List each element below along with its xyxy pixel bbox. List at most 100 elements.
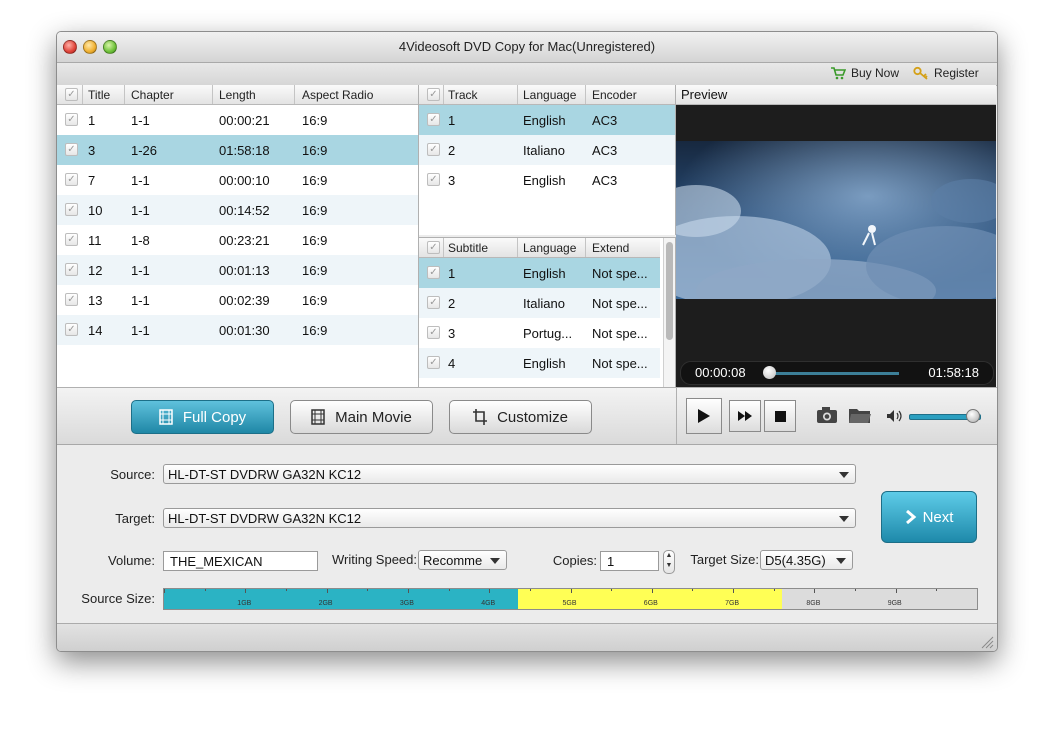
table-row[interactable]: ✓ 2 Italiano AC3 — [419, 135, 675, 165]
copies-stepper[interactable]: ▲ ▼ — [663, 550, 675, 574]
row-checkbox[interactable]: ✓ — [427, 143, 440, 156]
folder-icon[interactable] — [848, 406, 872, 424]
header-audio-language[interactable]: Language — [523, 88, 576, 102]
target-label: Target: — [115, 511, 155, 526]
row-checkbox[interactable]: ✓ — [427, 326, 440, 339]
cell-title: 1 — [88, 113, 96, 128]
size-tick-mark — [204, 589, 206, 591]
table-row[interactable]: ✓ 10 1-1 00:14:52 16:9 — [57, 195, 418, 225]
row-checkbox[interactable]: ✓ — [65, 233, 78, 246]
row-checkbox[interactable]: ✓ — [427, 296, 440, 309]
camera-icon[interactable] — [816, 406, 838, 424]
target-size-label: Target Size: — [690, 552, 759, 567]
header-title[interactable]: Title — [88, 88, 110, 102]
table-row[interactable]: ✓ 13 1-1 00:02:39 16:9 — [57, 285, 418, 315]
customize-button[interactable]: Customize — [449, 400, 592, 434]
stop-button[interactable] — [764, 400, 796, 432]
row-checkbox[interactable]: ✓ — [427, 266, 440, 279]
copies-input[interactable]: 1 — [600, 551, 659, 571]
row-checkbox[interactable]: ✓ — [65, 143, 78, 156]
header-aspect[interactable]: Aspect Radio — [302, 88, 373, 102]
film-icon — [159, 409, 173, 425]
size-tick-mark — [164, 589, 165, 593]
cell-language: English — [523, 113, 566, 128]
size-tick-mark — [936, 589, 938, 591]
window-title: 4Videosoft DVD Copy for Mac(Unregistered… — [398, 39, 656, 54]
full-copy-button[interactable]: Full Copy — [131, 400, 274, 434]
row-checkbox[interactable]: ✓ — [427, 173, 440, 186]
cell-aspect: 16:9 — [302, 323, 328, 338]
fast-forward-button[interactable] — [729, 400, 761, 432]
row-checkbox[interactable]: ✓ — [427, 113, 440, 126]
source-size-bar: 1GB 2GB 3GB 4GB 5GB 6GB 7GB 8GB 9GB — [163, 588, 978, 610]
table-row[interactable]: ✓ 4 English Not spe... — [419, 348, 660, 378]
row-checkbox[interactable]: ✓ — [65, 323, 78, 336]
cell-title: 12 — [88, 263, 103, 278]
buy-now-link[interactable]: Buy Now — [830, 66, 899, 80]
table-row[interactable]: ✓ 2 Italiano Not spe... — [419, 288, 660, 318]
table-row[interactable]: ✓ 1 English Not spe... — [419, 258, 660, 288]
writing-speed-select[interactable]: Recomme — [418, 550, 507, 570]
total-time: 01:58:18 — [928, 365, 979, 380]
play-button[interactable] — [686, 398, 722, 434]
table-row[interactable]: ✓ 3 Portug... Not spe... — [419, 318, 660, 348]
size-tick-label: 4GB — [481, 600, 496, 607]
table-row[interactable]: ✓ 3 English AC3 — [419, 165, 675, 195]
source-value: HL-DT-ST DVDRW GA32N KC12 — [168, 467, 362, 482]
play-icon — [698, 409, 710, 423]
subtitle-scrollbar[interactable] — [663, 238, 675, 388]
table-row[interactable]: ✓ 1 English AC3 — [419, 105, 675, 135]
table-row[interactable]: ✓ 11 1-8 00:23:21 16:9 — [57, 225, 418, 255]
cell-language: Portug... — [523, 326, 573, 341]
header-chapter[interactable]: Chapter — [131, 88, 174, 102]
subtitle-scrollbar-thumb[interactable] — [666, 242, 673, 340]
header-encoder[interactable]: Encoder — [592, 88, 637, 102]
next-button[interactable]: Next — [881, 491, 977, 543]
table-row[interactable]: ✓ 3 1-26 01:58:18 16:9 — [57, 135, 418, 165]
size-tick-label: 3GB — [399, 600, 414, 607]
header-length[interactable]: Length — [219, 88, 256, 102]
row-checkbox[interactable]: ✓ — [65, 263, 78, 276]
register-link[interactable]: Register — [913, 66, 979, 80]
row-checkbox[interactable]: ✓ — [65, 173, 78, 186]
subtitle-table: ✓ Subtitle Language Extend ✓ 1 English Not … — [419, 237, 676, 388]
header-extend[interactable]: Extend — [592, 241, 629, 255]
table-row[interactable]: ✓ 14 1-1 00:01:30 16:9 — [57, 315, 418, 345]
cell-chapter: 1-1 — [131, 173, 150, 188]
cell-length: 00:14:52 — [219, 203, 270, 218]
select-all-audio-checkbox[interactable]: ✓ — [427, 88, 440, 101]
cell-subtitle: 4 — [448, 356, 456, 371]
table-row[interactable]: ✓ 12 1-1 00:01:13 16:9 — [57, 255, 418, 285]
preview-label: Preview — [681, 87, 728, 102]
select-all-titles-checkbox[interactable]: ✓ — [65, 88, 78, 101]
volume-handle[interactable] — [966, 409, 980, 423]
target-select[interactable]: HL-DT-ST DVDRW GA32N KC12 — [163, 508, 856, 528]
row-checkbox[interactable]: ✓ — [65, 293, 78, 306]
cell-title: 13 — [88, 293, 103, 308]
row-checkbox[interactable]: ✓ — [65, 203, 78, 216]
volume-input[interactable]: THE_MEXICAN — [163, 551, 318, 571]
select-all-subtitles-checkbox[interactable]: ✓ — [427, 241, 440, 254]
seek-track[interactable] — [769, 372, 899, 375]
row-checkbox[interactable]: ✓ — [65, 113, 78, 126]
cell-title: 3 — [88, 143, 96, 158]
header-subtitle[interactable]: Subtitle — [448, 241, 488, 255]
size-tick-mark — [855, 589, 857, 591]
table-row[interactable]: ✓ 1 1-1 00:00:21 16:9 — [57, 105, 418, 135]
target-size-select[interactable]: D5(4.35G) — [760, 550, 853, 570]
table-row[interactable]: ✓ 7 1-1 00:00:10 16:9 — [57, 165, 418, 195]
source-select[interactable]: HL-DT-ST DVDRW GA32N KC12 — [163, 464, 856, 484]
cell-aspect: 16:9 — [302, 263, 328, 278]
header-subtitle-language[interactable]: Language — [523, 241, 576, 255]
mode-button-bar: Full Copy Main Movie Customize — [57, 387, 676, 444]
cell-aspect: 16:9 — [302, 293, 328, 308]
cell-length: 01:58:18 — [219, 143, 270, 158]
fast-forward-icon — [738, 411, 752, 421]
size-tick-mark — [814, 589, 816, 593]
row-checkbox[interactable]: ✓ — [427, 356, 440, 369]
resize-grip-icon[interactable] — [980, 635, 994, 649]
size-tick-mark — [895, 589, 897, 593]
main-movie-button[interactable]: Main Movie — [290, 400, 433, 434]
header-track[interactable]: Track — [448, 88, 478, 102]
seek-handle[interactable] — [763, 366, 776, 379]
